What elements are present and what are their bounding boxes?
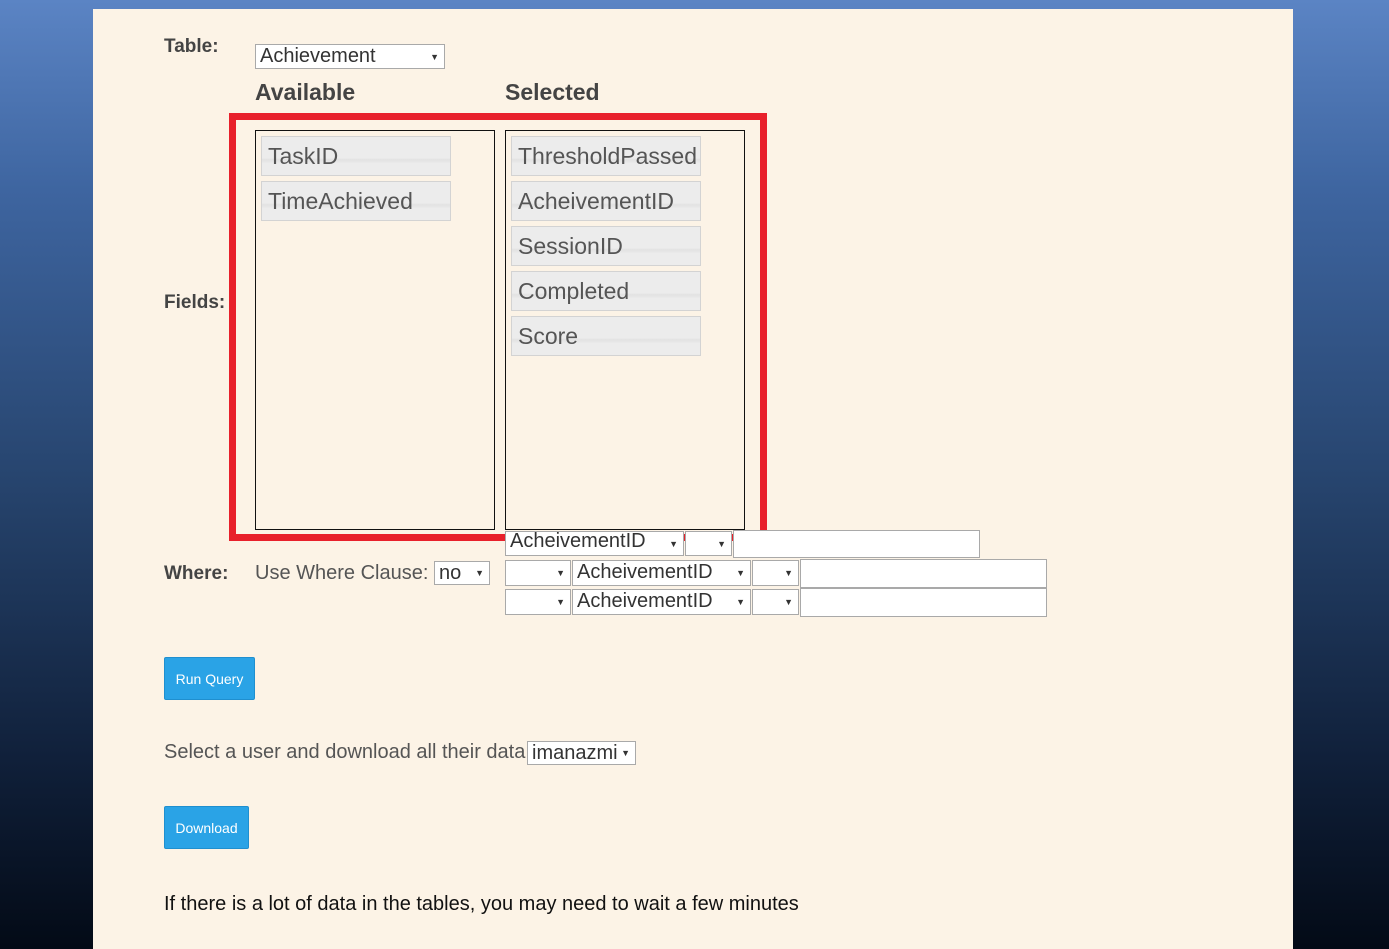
user-select-value: imanazmi [532,742,618,764]
dropdown-arrow-icon: ▼ [475,568,484,578]
dropdown-arrow-icon: ▼ [556,568,565,578]
where-field-value-2: AcheivementID [577,561,713,583]
where-operator-select-1[interactable]: ▼ [685,531,732,556]
selected-heading: Selected [505,79,600,105]
where-value-input-3[interactable] [800,588,1047,617]
dropdown-arrow-icon: ▼ [556,597,565,607]
where-field-select-3[interactable]: AcheivementID ▼ [572,589,751,615]
where-label: Where: [164,563,229,584]
where-field-value-3: AcheivementID [577,590,713,612]
where-connector-select-2[interactable]: ▼ [505,560,571,586]
use-where-select[interactable]: no ▼ [434,561,490,585]
dropdown-arrow-icon: ▼ [621,748,630,758]
use-where-label: Use Where Clause: [255,562,429,584]
dropdown-arrow-icon: ▼ [736,597,745,607]
where-operator-select-2[interactable]: ▼ [752,560,799,586]
user-select[interactable]: imanazmi ▼ [527,741,636,765]
table-select-value: Achievement [260,45,376,67]
dropdown-arrow-icon: ▼ [669,538,678,549]
dropdown-arrow-icon: ▼ [784,568,793,578]
download-button[interactable]: Download [164,806,249,849]
where-value-input-2[interactable] [800,559,1047,588]
dropdown-arrow-icon: ▼ [784,597,793,607]
table-select[interactable]: Achievement ▼ [255,44,445,69]
highlight-box [229,113,767,541]
dropdown-arrow-icon: ▼ [736,568,745,578]
where-field-select-1[interactable]: AcheivementID ▼ [505,531,684,556]
dropdown-arrow-icon: ▼ [717,538,726,549]
where-value-input-1[interactable] [733,530,980,558]
table-label: Table: [164,36,219,57]
wait-note: If there is a lot of data in the tables,… [164,893,799,915]
available-heading: Available [255,79,356,105]
where-field-value-1: AcheivementID [510,531,646,552]
where-connector-select-3[interactable]: ▼ [505,589,571,615]
dropdown-arrow-icon: ▼ [430,51,439,62]
where-field-select-2[interactable]: AcheivementID ▼ [572,560,751,586]
use-where-value: no [439,562,462,584]
download-prompt: Select a user and download all their dat… [164,741,526,763]
fields-label: Fields: [164,292,226,313]
where-operator-select-3[interactable]: ▼ [752,589,799,615]
run-query-button[interactable]: Run Query [164,657,255,700]
